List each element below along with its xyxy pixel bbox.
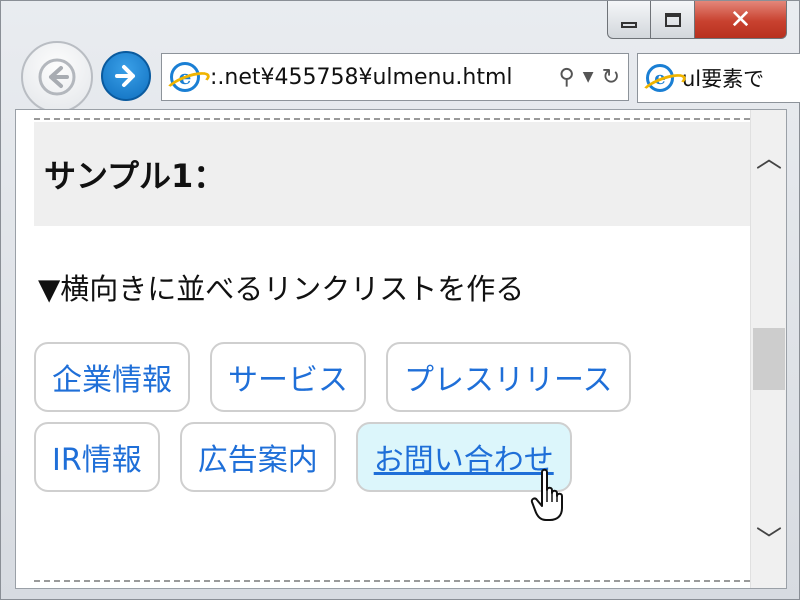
menu-link-advertising[interactable]: 広告案内 xyxy=(179,422,336,492)
section-subtitle: ▼横向きに並べるリンクリストを作る xyxy=(38,272,525,306)
menu-link-services[interactable]: サービス xyxy=(210,342,366,412)
refresh-icon[interactable]: ↻ xyxy=(602,65,620,90)
tab-title: ul要素で xyxy=(682,67,765,91)
window-caption-buttons: ✕ xyxy=(607,1,787,39)
maximize-icon xyxy=(664,12,681,27)
scroll-down-arrow-icon[interactable]: ﹀ xyxy=(751,518,786,558)
close-icon: ✕ xyxy=(729,4,752,35)
minimize-icon xyxy=(621,21,637,28)
menu-row: IR情報 広告案内 お問い合わせ xyxy=(34,422,750,492)
dashed-divider-top xyxy=(34,118,750,120)
address-bar[interactable]: e :.net¥455758¥ulmenu.html ⚲ ▼ ↻ xyxy=(161,53,629,101)
tab-ie-icon: e xyxy=(646,64,674,92)
dropdown-icon[interactable]: ▼ xyxy=(583,69,594,85)
page-heading: サンプル1： xyxy=(44,157,226,195)
forward-button[interactable] xyxy=(101,51,151,101)
menu-link-press-releases[interactable]: プレスリリース xyxy=(386,342,631,412)
browser-tab[interactable]: e ul要素で xyxy=(637,53,800,103)
forward-arrow-icon xyxy=(115,65,135,87)
menu-row: 企業情報 サービス プレスリリース xyxy=(34,342,750,412)
maximize-button[interactable] xyxy=(651,1,695,39)
browser-window: ✕ e :.net¥455758¥ulmenu.html ⚲ ▼ ↻ e ul要… xyxy=(0,0,800,600)
vertical-scrollbar[interactable]: ︿ ﹀ xyxy=(750,110,786,588)
close-button[interactable]: ✕ xyxy=(695,1,787,39)
scroll-thumb[interactable] xyxy=(753,328,785,390)
ie-page-icon: e xyxy=(170,62,200,92)
back-arrow-icon xyxy=(38,58,76,96)
address-url[interactable]: :.net¥455758¥ulmenu.html xyxy=(210,65,551,90)
search-icon[interactable]: ⚲ xyxy=(559,65,575,90)
minimize-button[interactable] xyxy=(607,1,651,39)
back-button[interactable] xyxy=(21,41,93,113)
menu-link-corporate-info[interactable]: 企業情報 xyxy=(34,342,190,412)
scroll-up-arrow-icon[interactable]: ︿ xyxy=(751,136,786,176)
page-viewport: サンプル1： ▼横向きに並べるリンクリストを作る 企業情報 サービス プレスリリ… xyxy=(15,109,787,589)
dashed-divider-bottom xyxy=(34,580,750,582)
link-menu: 企業情報 サービス プレスリリース IR情報 広告案内 お問い合わせ xyxy=(34,342,750,502)
menu-link-ir-info[interactable]: IR情報 xyxy=(34,422,160,492)
heading-box: サンプル1： xyxy=(34,122,750,226)
hand-cursor-icon xyxy=(530,468,563,521)
